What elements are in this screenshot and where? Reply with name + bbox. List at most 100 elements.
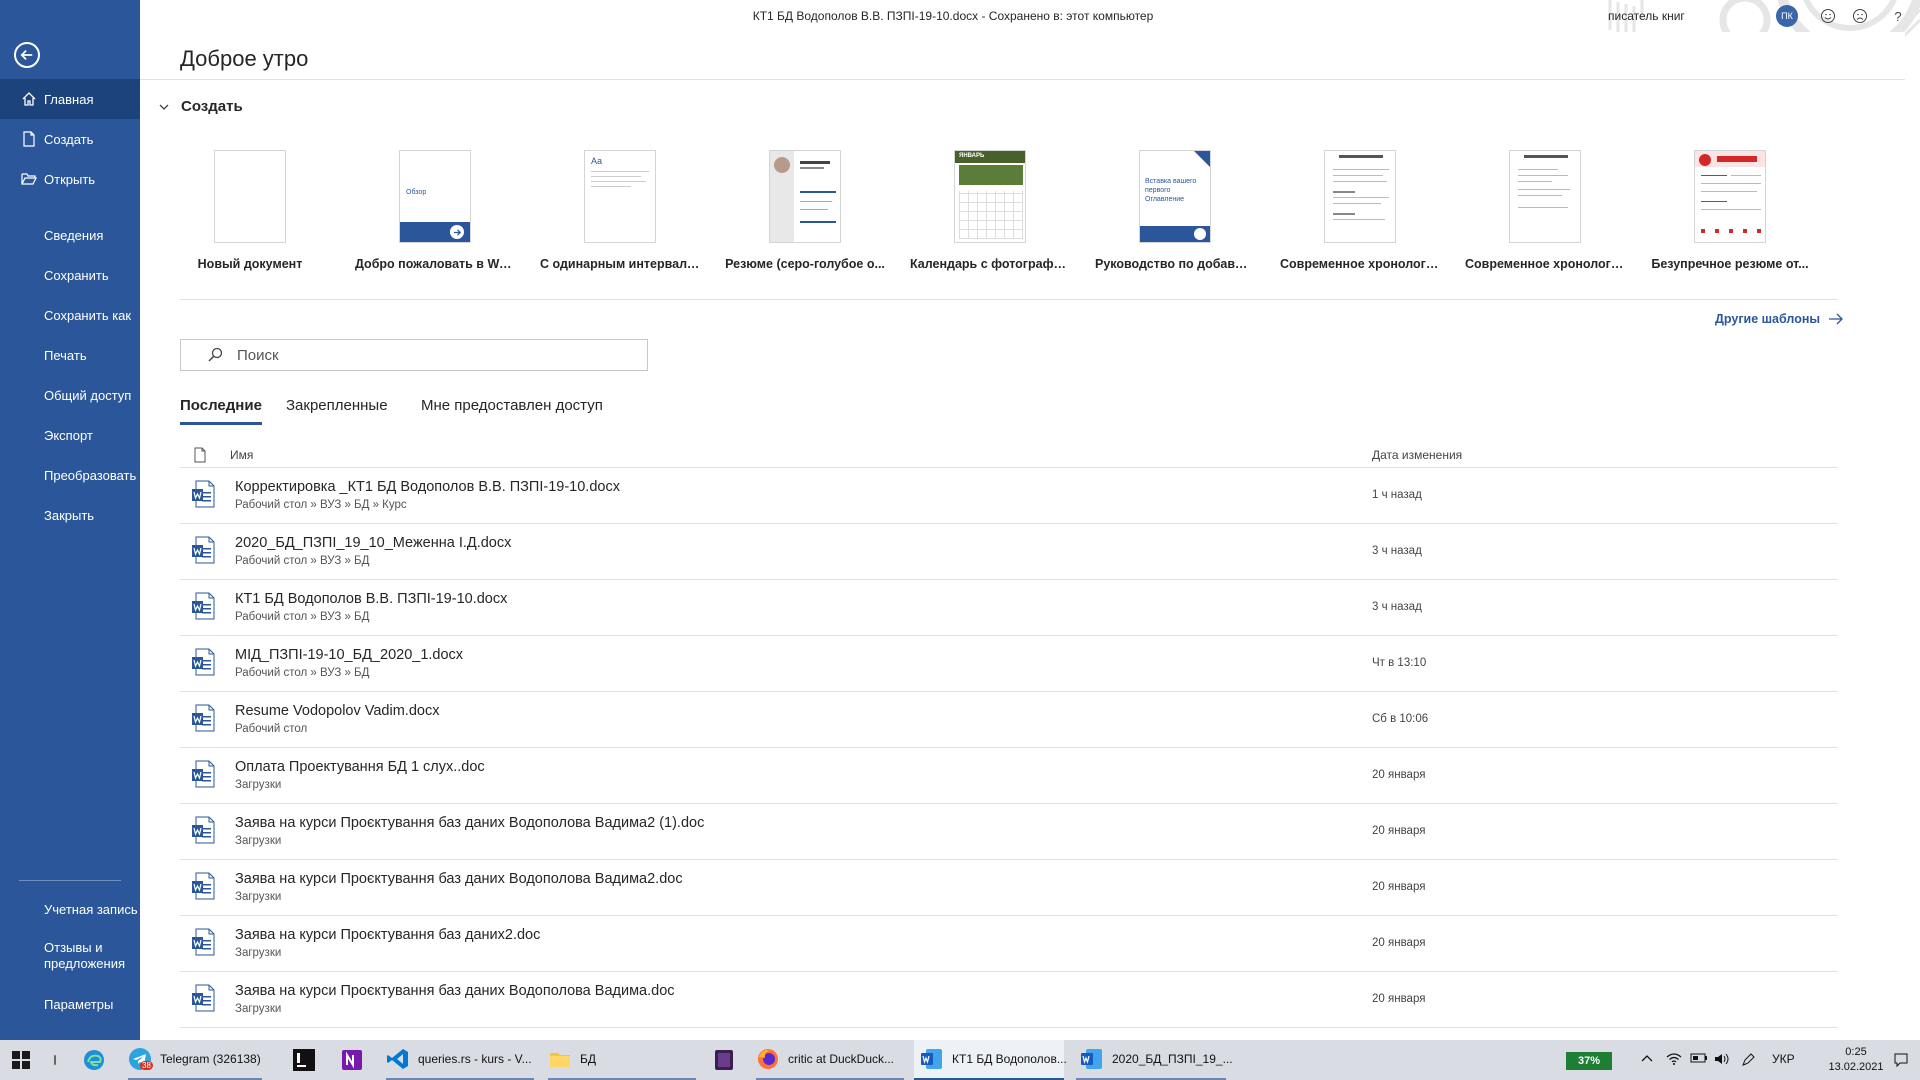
smile-feedback-button[interactable]: [1816, 4, 1840, 28]
column-header-date[interactable]: Дата изменения: [1372, 448, 1462, 462]
chevron-up-icon[interactable]: [1640, 1052, 1654, 1069]
sidebar-item-export[interactable]: Экспорт: [0, 415, 140, 455]
back-button[interactable]: [14, 42, 40, 68]
file-path: Рабочий стол » ВУЗ » БД: [235, 667, 370, 679]
file-name: Resume Vodopolov Vadim.docx: [235, 703, 440, 719]
taskbar-onenote[interactable]: [340, 1040, 372, 1080]
sidebar-item-home[interactable]: Главная: [0, 79, 140, 119]
volume-icon[interactable]: [1714, 1052, 1730, 1069]
notification-icon[interactable]: [1893, 1052, 1909, 1071]
sidebar-item-new[interactable]: Создать: [0, 119, 140, 159]
header-divider: [140, 79, 1905, 80]
taskbar-clock[interactable]: 0:25 13.02.2021: [1828, 1045, 1884, 1075]
template-thumbnail: [769, 150, 841, 243]
intellij-icon: [292, 1048, 316, 1072]
file-modified-date: 20 января: [1372, 825, 1426, 837]
column-header-name[interactable]: Имя: [230, 448, 253, 462]
sidebar-item-account[interactable]: Учетная запись: [0, 889, 140, 929]
input-language[interactable]: УКР: [1772, 1052, 1795, 1066]
sidebar-item-options[interactable]: Параметры: [0, 984, 140, 1024]
recent-file-row[interactable]: Корректировка _КТ1 БД Водополов В.В. ПЗП…: [180, 468, 1838, 524]
tab-pinned[interactable]: Закрепленные: [286, 397, 388, 422]
taskbar-explorer[interactable]: БД: [548, 1040, 696, 1080]
word-icon: [920, 1047, 944, 1071]
template-resume-grey-blue[interactable]: Резюме (серо-голубое о...: [725, 150, 885, 271]
battery-icon[interactable]: [1690, 1052, 1708, 1067]
template-single-spaced[interactable]: Aa С одинарным интервало...: [540, 150, 700, 271]
file-name: Заява на курси Проєктування баз даних Во…: [235, 983, 675, 999]
template-photo-calendar[interactable]: ЯНВАРЬ Календарь с фотографией: [910, 150, 1070, 271]
template-welcome-to-word[interactable]: Обзор Добро пожаловать в Word: [355, 150, 515, 271]
sidebar-item-print[interactable]: Печать: [0, 335, 140, 375]
document-icon: [194, 447, 206, 462]
template-thumbnail: [1509, 150, 1581, 243]
taskbar-word-kt1[interactable]: КТ1 БД Водополов...: [914, 1040, 1067, 1080]
recent-file-row[interactable]: Заява на курси Проєктування баз даних Во…: [180, 860, 1838, 916]
frown-feedback-button[interactable]: [1848, 4, 1872, 28]
sidebar-item-close[interactable]: Закрыть: [0, 495, 140, 535]
recent-file-row[interactable]: Заява на курси Проєктування баз даних2.d…: [180, 916, 1838, 972]
sidebar-item-save[interactable]: Сохранить: [0, 255, 140, 295]
taskbar-edge[interactable]: [82, 1040, 114, 1080]
windows-logo-icon: [12, 1051, 30, 1069]
start-button[interactable]: [12, 1040, 30, 1080]
word-document-icon: [191, 704, 215, 732]
more-templates-link[interactable]: Другие шаблоны: [1715, 312, 1844, 326]
pen-icon[interactable]: [1740, 1052, 1756, 1071]
file-name: Оплата Проектування БД 1 слух..doc: [235, 759, 485, 775]
sidebar-item-open[interactable]: Открыть: [0, 159, 140, 199]
avatar[interactable]: ПК: [1776, 5, 1798, 27]
create-section-toggle[interactable]: Создать: [157, 98, 243, 115]
sidebar-item-transform[interactable]: Преобразовать: [0, 455, 140, 495]
recent-file-row[interactable]: КТ1 БД Водополов В.В. ПЗПІ-19-10.docx Раб…: [180, 580, 1838, 636]
title-bar: КТ1 БД Водополов В.В. ПЗПІ-19-10.docx - …: [140, 0, 1920, 55]
battery-indicator[interactable]: 37%: [1566, 1052, 1612, 1070]
file-modified-date: Сб в 10:06: [1372, 713, 1429, 725]
backstage-sidebar: Главная Создать Открыть Сведения Сохрани…: [0, 0, 140, 1040]
wifi-icon[interactable]: [1666, 1052, 1682, 1069]
taskbar-vscode[interactable]: queries.rs - kurs - V...: [386, 1040, 534, 1080]
sidebar-item-save-as[interactable]: Сохранить как: [0, 295, 140, 335]
sidebar-item-share[interactable]: Общий доступ: [0, 375, 140, 415]
arrow-right-icon: [1829, 313, 1843, 325]
firefox-icon: [756, 1047, 780, 1071]
file-modified-date: 20 января: [1372, 937, 1426, 949]
taskbar-telegram[interactable]: 38 Telegram (326138): [128, 1040, 262, 1080]
file-path: Загрузки: [235, 1003, 282, 1015]
tab-shared-with-me[interactable]: Мне предоставлен доступ: [421, 397, 603, 422]
user-name[interactable]: писатель книг: [1608, 9, 1685, 23]
file-path: Рабочий стол » ВУЗ » БД » Курс: [235, 499, 407, 511]
recent-file-row[interactable]: Заява на курси Проєктування баз даних Во…: [180, 972, 1838, 1028]
word-icon: [1080, 1047, 1104, 1071]
recent-file-row[interactable]: МІД_ПЗПІ-19-10_БД_2020_1.docx Рабочий сто…: [180, 636, 1838, 692]
word-document-icon: [191, 648, 215, 676]
recent-file-row[interactable]: Заява на курси Проєктування баз даних Во…: [180, 804, 1838, 860]
taskbar-intellij[interactable]: [292, 1040, 324, 1080]
taskbar-word-2020[interactable]: 2020_БД_ПЗПІ_19_...: [1076, 1040, 1233, 1080]
sidebar-item-info[interactable]: Сведения: [0, 215, 140, 255]
template-modern-chronological-2[interactable]: Современное хронологи...: [1465, 150, 1625, 271]
tab-recent[interactable]: Последние: [180, 397, 262, 425]
media-player-icon: [712, 1048, 736, 1072]
template-thumbnail: Вставка вашего первого Оглавление: [1139, 150, 1211, 243]
word-document-icon: [191, 984, 215, 1012]
search-input[interactable]: [237, 346, 637, 364]
file-path: Рабочий стол: [235, 723, 308, 735]
taskbar-firefox[interactable]: critic at DuckDuck...: [756, 1040, 904, 1080]
task-view-button[interactable]: [52, 1040, 58, 1080]
recent-file-row[interactable]: Resume Vodopolov Vadim.docx Рабочий стол С…: [180, 692, 1838, 748]
template-blank-document[interactable]: Новый документ: [170, 150, 330, 271]
word-document-icon: [191, 536, 215, 564]
onenote-icon: [340, 1048, 364, 1072]
template-toc-guide[interactable]: Вставка вашего первого Оглавление Руково…: [1095, 150, 1255, 271]
telegram-icon: 38: [128, 1047, 153, 1071]
recent-file-row[interactable]: Оплата Проектування БД 1 слух..doc Загруз…: [180, 748, 1838, 804]
template-modern-chronological-1[interactable]: Современное хронологи...: [1280, 150, 1440, 271]
help-button[interactable]: ?: [1886, 4, 1910, 28]
sidebar-item-feedback[interactable]: Отзывы и предложения: [0, 933, 140, 979]
search-box[interactable]: [180, 339, 648, 371]
template-polished-resume[interactable]: Безупречное резюме от...: [1650, 150, 1810, 271]
chevron-down-icon: [159, 104, 169, 110]
taskbar-media-player[interactable]: [712, 1040, 744, 1080]
recent-file-row[interactable]: 2020_БД_ПЗПІ_19_10_Меженна І.Д.docx Рабоч…: [180, 524, 1838, 580]
